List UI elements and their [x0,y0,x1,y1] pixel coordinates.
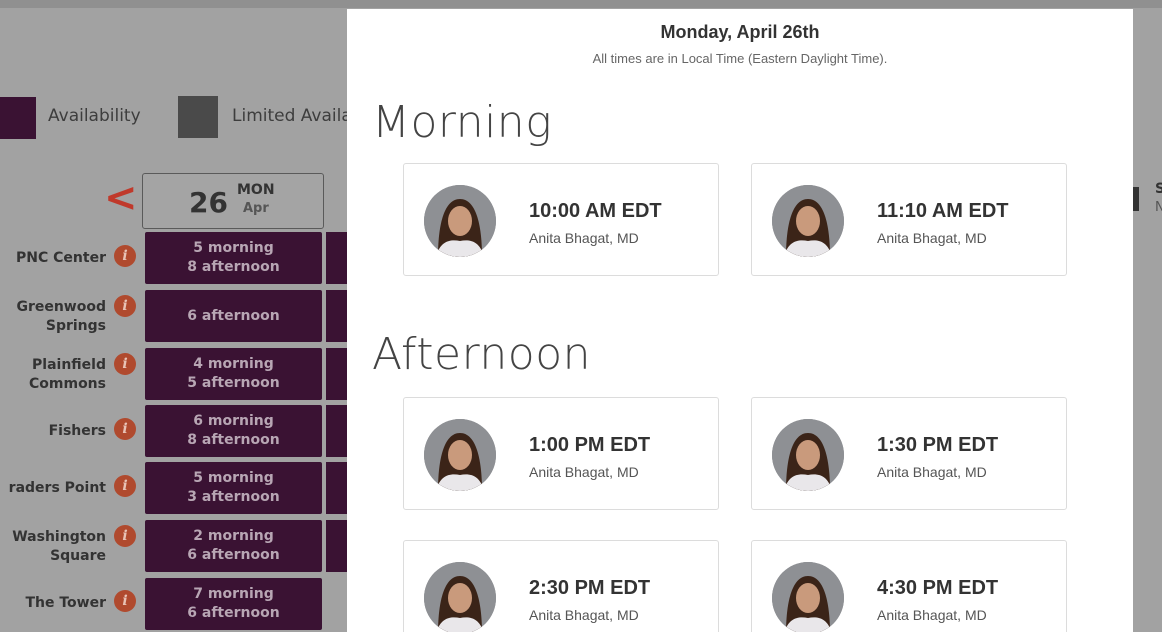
info-icon[interactable]: i [114,525,136,547]
availability-cell-next-day[interactable] [326,520,348,572]
availability-cell-next-day[interactable] [326,290,348,342]
timezone-note: All times are in Local Time (Eastern Day… [592,51,888,66]
morning-heading: Morning [372,97,553,148]
time-slot-card[interactable]: 2:30 PM EDT Anita Bhagat, MD [403,540,719,632]
info-icon[interactable]: i [114,475,136,497]
info-icon[interactable]: i [114,295,136,317]
modal-title: Monday, April 26th [660,22,820,42]
doctor-name: Anita Bhagat, MD [877,607,987,623]
slot-time: 4:30 PM EDT [877,577,999,599]
location-name: Washington Square [12,529,106,564]
availability-legend-label: Availability [48,106,141,126]
availability-cell-next-day[interactable] [326,232,348,284]
location-name: The Tower [25,595,106,611]
time-slot-card[interactable]: 11:10 AM EDT Anita Bhagat, MD [751,163,1067,276]
doctor-name: Anita Bhagat, MD [877,230,987,246]
time-slot-card[interactable]: 1:00 PM EDT Anita Bhagat, MD [403,397,719,510]
limited-availability-legend-label: Limited Availa [232,106,352,126]
doctor-avatar [424,185,496,257]
next-column-weekday-fragment: S [1155,181,1162,197]
availability-cell[interactable]: 2 morning 6 afternoon [145,520,322,572]
availability-cell[interactable]: 5 morning 8 afternoon [145,232,322,284]
time-slot-card[interactable]: 10:00 AM EDT Anita Bhagat, MD [403,163,719,276]
info-icon[interactable]: i [114,590,136,612]
availability-cell-next-day[interactable] [326,462,348,514]
slot-time: 11:10 AM EDT [877,200,1009,222]
availability-cell[interactable]: 6 afternoon [145,290,322,342]
location-name: Greenwood Springs [16,299,106,334]
availability-cell-next-day[interactable] [326,348,348,400]
slot-time: 1:00 PM EDT [529,434,651,456]
previous-date-arrow-icon[interactable]: < [104,176,138,220]
info-icon[interactable]: i [114,245,136,267]
doctor-avatar [772,419,844,491]
availability-swatch [0,97,36,139]
doctor-name: Anita Bhagat, MD [529,464,639,480]
next-column-edge [1133,187,1139,211]
availability-cell[interactable]: 5 morning 3 afternoon [145,462,322,514]
slot-time: 10:00 AM EDT [529,200,662,222]
doctor-name: Anita Bhagat, MD [877,464,987,480]
date-day: 26 [189,186,228,219]
info-icon[interactable]: i [114,353,136,375]
date-weekday: MON [237,182,275,198]
next-column-month-fragment: N [1155,200,1162,215]
availability-cell[interactable]: 4 morning 5 afternoon [145,348,322,400]
afternoon-heading: Afternoon [372,329,591,380]
location-name: PNC Center [16,250,106,266]
doctor-avatar [424,562,496,632]
appointment-times-modal: Monday, April 26th All times are in Loca… [347,9,1133,632]
date-column-header[interactable]: 26 MON Apr [142,173,324,229]
location-name: Plainfield Commons [29,357,106,392]
time-slot-card[interactable]: 1:30 PM EDT Anita Bhagat, MD [751,397,1067,510]
location-name: raders Point [8,480,106,496]
availability-cell[interactable]: 6 morning 8 afternoon [145,405,322,457]
info-icon[interactable]: i [114,418,136,440]
limited-availability-swatch [178,96,218,138]
availability-cell[interactable]: 7 morning 6 afternoon [145,578,322,630]
availability-cell-next-day[interactable] [326,405,348,457]
slot-time: 1:30 PM EDT [877,434,999,456]
top-border [0,0,1162,8]
doctor-name: Anita Bhagat, MD [529,607,639,623]
doctor-avatar [772,562,844,632]
doctor-name: Anita Bhagat, MD [529,230,639,246]
doctor-avatar [772,185,844,257]
location-name: Fishers [48,423,106,439]
time-slot-card[interactable]: 4:30 PM EDT Anita Bhagat, MD [751,540,1067,632]
slot-time: 2:30 PM EDT [529,577,651,599]
date-month: Apr [243,201,269,216]
doctor-avatar [424,419,496,491]
